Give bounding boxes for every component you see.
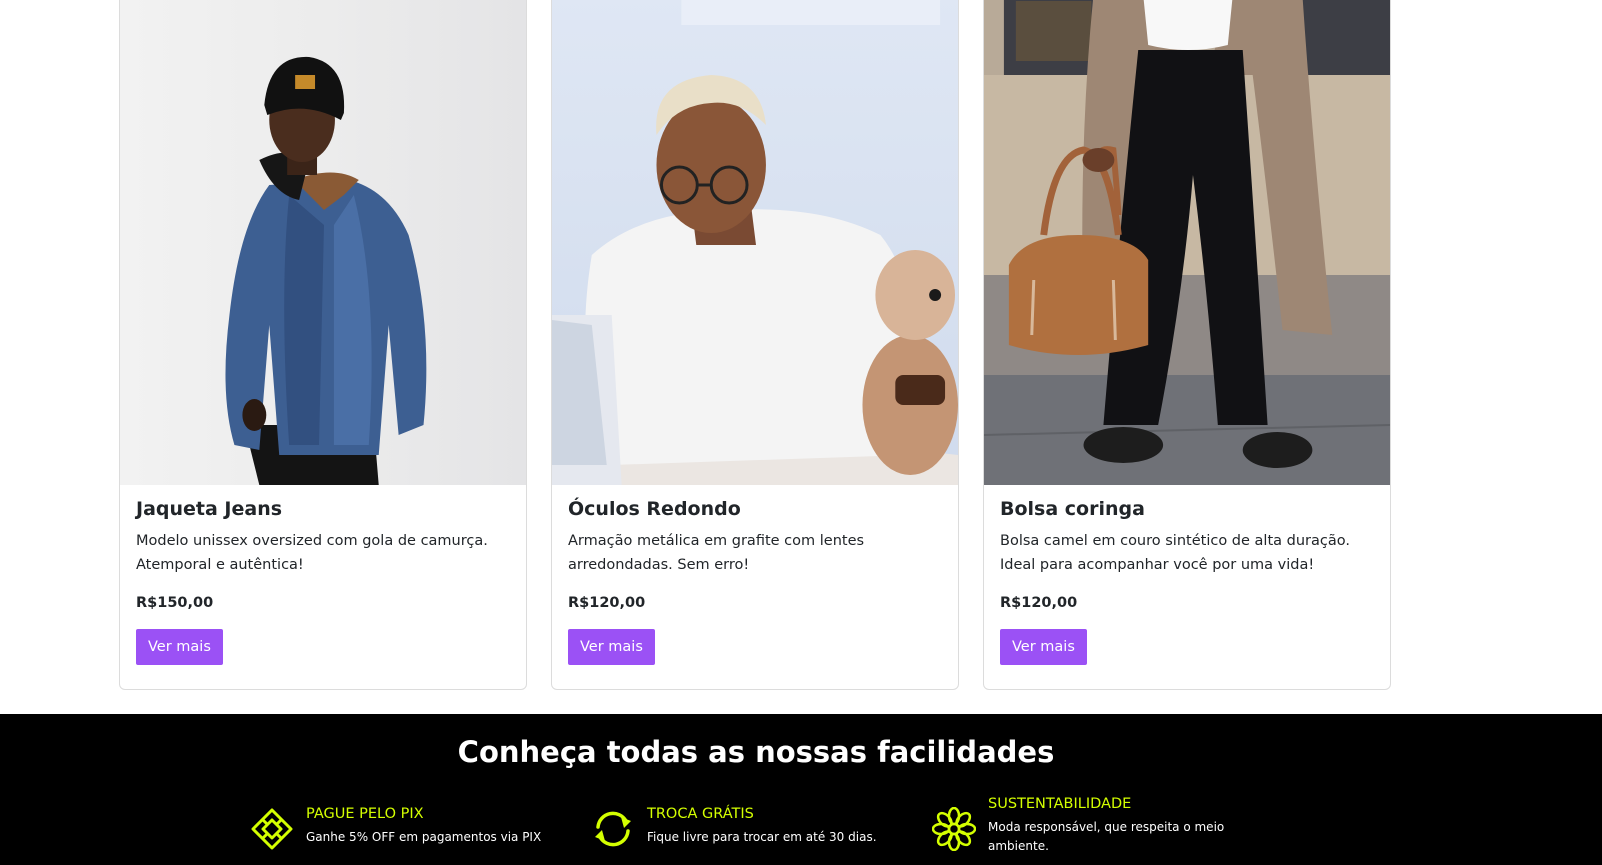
diamond-grid-icon bbox=[250, 807, 294, 851]
feature-troca: TROCA GRÁTIS Fique livre para trocar em … bbox=[591, 804, 891, 854]
product-description: Bolsa camel em couro sintético de alta d… bbox=[1000, 533, 1350, 573]
ver-mais-button[interactable]: Ver mais bbox=[136, 629, 223, 665]
product-card-jaqueta-jeans: Jaqueta Jeans Modelo unissex oversized c… bbox=[119, 0, 527, 690]
ver-mais-button[interactable]: Ver mais bbox=[568, 629, 655, 665]
feature-title: PAGUE PELO PIX bbox=[306, 806, 424, 822]
product-title: Jaqueta Jeans bbox=[136, 498, 283, 520]
feature-text: Fique livre para trocar em até 30 dias. bbox=[647, 830, 877, 844]
product-card-oculos-redondo: Óculos Redondo Armação metálica em grafi… bbox=[551, 0, 959, 690]
product-image-bolsa-coringa bbox=[984, 0, 1390, 485]
flower-icon bbox=[931, 806, 977, 852]
product-title: Óculos Redondo bbox=[568, 498, 741, 520]
facilities-heading: Conheça todas as nossas facilidades bbox=[457, 735, 1055, 769]
product-image-jaqueta-jeans bbox=[120, 0, 526, 485]
feature-title: TROCA GRÁTIS bbox=[647, 806, 754, 822]
product-price: R$120,00 bbox=[568, 595, 646, 611]
feature-sustentabilidade: SUSTENTABILIDADE Moda responsável, que r… bbox=[931, 794, 1232, 860]
product-price: R$120,00 bbox=[1000, 595, 1078, 611]
product-section: Jaqueta Jeans Modelo unissex oversized c… bbox=[0, 0, 1602, 714]
exchange-arrows-icon bbox=[591, 807, 635, 851]
product-description: Armação metálica em grafite com lentes a… bbox=[568, 533, 865, 573]
feature-pix: PAGUE PELO PIX Ganhe 5% OFF em pagamento… bbox=[250, 804, 550, 854]
product-card-bolsa-coringa: Bolsa coringa Bolsa camel em couro sinté… bbox=[983, 0, 1391, 690]
facilities-footer: Conheça todas as nossas facilidades PAGU… bbox=[0, 714, 1602, 865]
product-price: R$150,00 bbox=[136, 595, 214, 611]
feature-title: SUSTENTABILIDADE bbox=[988, 796, 1132, 812]
product-description: Modelo unissex oversized com gola de cam… bbox=[136, 533, 488, 573]
ver-mais-button[interactable]: Ver mais bbox=[1000, 629, 1087, 665]
feature-text: Ganhe 5% OFF em pagamentos via PIX bbox=[306, 830, 542, 844]
feature-text: Moda responsável, que respeita o meio am… bbox=[988, 820, 1225, 853]
product-title: Bolsa coringa bbox=[1000, 498, 1145, 520]
product-image-oculos-redondo bbox=[552, 0, 958, 485]
